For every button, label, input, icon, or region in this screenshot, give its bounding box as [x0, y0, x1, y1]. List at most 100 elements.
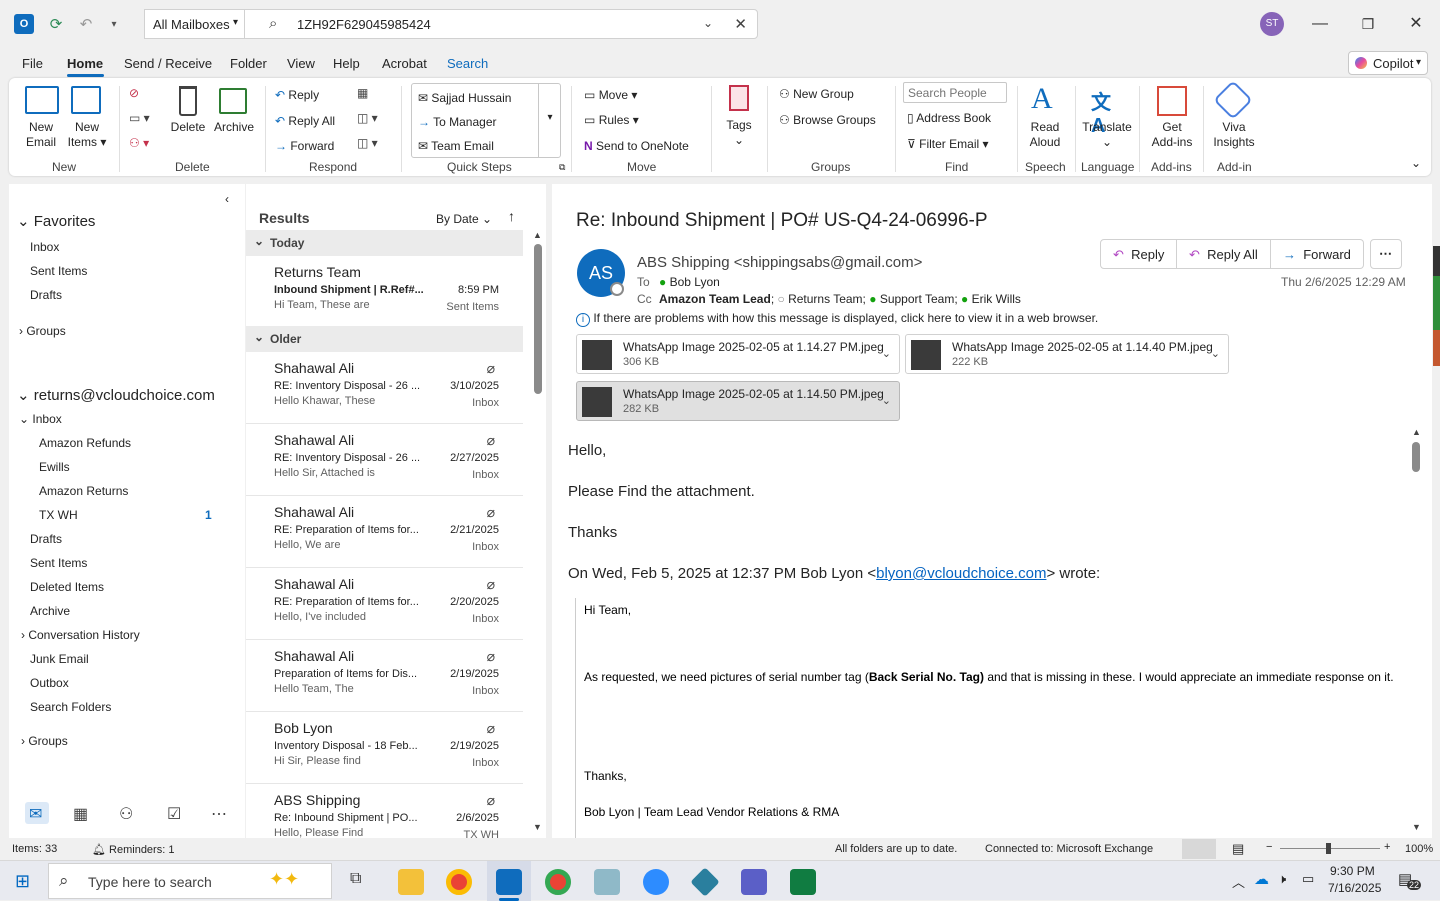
mailbox-filter-select[interactable]: All Mailboxes ▾: [144, 9, 244, 39]
folder-outbox[interactable]: Outbox: [30, 676, 69, 690]
chrome-icon[interactable]: [446, 869, 472, 895]
folder-drafts[interactable]: Drafts: [30, 532, 62, 546]
tab-file[interactable]: File: [22, 56, 43, 71]
account-header[interactable]: ⌄ returns@vcloudchoice.com: [17, 386, 215, 404]
info-bar[interactable]: i If there are problems with how this me…: [576, 311, 1098, 327]
viva-insights-button[interactable]: Viva Insights: [1211, 120, 1257, 150]
quickstep-sajjad-hussain[interactable]: ✉ Sajjad Hussain: [418, 91, 511, 105]
folder-amazon-returns[interactable]: Amazon Returns: [39, 484, 128, 498]
app-icon[interactable]: [594, 869, 620, 895]
folder-deleted-items[interactable]: Deleted Items: [30, 580, 104, 594]
translate-button[interactable]: Translate ⌄: [1079, 120, 1135, 150]
onenote-button[interactable]: N Send to OneNote: [584, 139, 689, 153]
sort-by-date-button[interactable]: By Date ⌄: [436, 212, 492, 226]
volume-icon[interactable]: 🕨︎: [1278, 871, 1286, 887]
section-today[interactable]: ⌄ Today: [246, 230, 523, 256]
tab-help[interactable]: Help: [333, 56, 360, 71]
calendar-icon[interactable]: ▦: [73, 804, 88, 824]
tab-folder[interactable]: Folder: [230, 56, 267, 71]
folder-sent-items[interactable]: Sent Items: [30, 556, 87, 570]
customize-toolbar-icon[interactable]: ▾: [104, 14, 124, 34]
tab-home[interactable]: Home: [67, 56, 103, 71]
file-explorer-icon[interactable]: [398, 869, 424, 895]
restore-icon[interactable]: ❐: [1356, 12, 1380, 36]
zoom-out-icon[interactable]: −: [1266, 841, 1272, 853]
list-item[interactable]: Shahawal Ali ⌀ RE: Inventory Disposal - …: [246, 352, 523, 424]
scroll-down-icon[interactable]: ▼: [533, 822, 542, 832]
search-box[interactable]: ⌕ 1ZH92F629045985424 ⌄ ✕: [244, 9, 758, 39]
cleanup-icon[interactable]: ▭ ▾: [129, 111, 150, 125]
attachment-item[interactable]: WhatsApp Image 2025-02-05 at 1.14.50 PM.…: [576, 381, 900, 421]
sort-direction-icon[interactable]: ↑: [508, 208, 515, 224]
groups-header-2[interactable]: › Groups: [21, 734, 68, 748]
outlook-taskbar-icon[interactable]: [496, 869, 522, 895]
folder-archive[interactable]: Archive: [30, 604, 70, 618]
list-item[interactable]: Shahawal Ali ⌀ RE: Inventory Disposal - …: [246, 424, 523, 496]
filter-email-button[interactable]: ⊽ Filter Email ▾: [907, 137, 989, 151]
archive-button[interactable]: Archive: [211, 120, 257, 135]
search-people-input[interactable]: [903, 82, 1007, 103]
reply-button[interactable]: ↶ Reply: [275, 88, 319, 102]
user-avatar[interactable]: ST: [1260, 12, 1284, 36]
new-email-button[interactable]: New Email: [21, 120, 61, 150]
clock-date[interactable]: 7/16/2025: [1328, 881, 1381, 895]
read-aloud-button[interactable]: Read Aloud: [1023, 120, 1067, 150]
reply-action-button[interactable]: ↶ Reply: [1100, 239, 1178, 269]
forward-action-button[interactable]: → Forward: [1271, 239, 1364, 269]
folder-inbox[interactable]: ⌄ Inbox: [19, 412, 62, 426]
get-addins-button[interactable]: Get Add-ins: [1149, 120, 1195, 150]
list-item[interactable]: Returns Team Inbound Shipment | R.Ref#..…: [246, 256, 523, 328]
rules-button[interactable]: ▭ Rules ▾: [584, 113, 639, 127]
taskbar-search[interactable]: ⌕ Type here to search ✦✦: [48, 863, 332, 899]
forward-button[interactable]: → Forward: [275, 139, 334, 153]
scroll-down-icon[interactable]: ▼: [1412, 822, 1421, 832]
tab-view[interactable]: View: [287, 56, 315, 71]
start-icon[interactable]: ⊞: [15, 871, 30, 892]
zoom-app-icon[interactable]: [643, 869, 669, 895]
folder-search-folders[interactable]: Search Folders: [30, 700, 111, 714]
reply-all-action-button[interactable]: ↶ Reply All: [1177, 239, 1271, 269]
browse-groups-button[interactable]: ⚇ Browse Groups: [779, 113, 876, 127]
scroll-up-icon[interactable]: ▲: [1412, 427, 1421, 437]
folder-junk-email[interactable]: Junk Email: [30, 652, 89, 666]
tab-acrobat[interactable]: Acrobat: [382, 56, 427, 71]
folder-conversation-history[interactable]: › Conversation History: [21, 628, 140, 642]
app-icon[interactable]: [690, 867, 720, 897]
move-button[interactable]: ▭ Move ▾: [584, 88, 637, 102]
search-input[interactable]: 1ZH92F629045985424: [297, 17, 431, 32]
tab-search[interactable]: Search: [447, 56, 488, 71]
junk-icon[interactable]: ⚇ ▾: [129, 136, 149, 150]
email-link[interactable]: blyon@vcloudchoice.com: [876, 565, 1046, 582]
im-icon[interactable]: ◫ ▾: [357, 111, 378, 125]
normal-view-icon[interactable]: [1182, 839, 1216, 859]
reading-view-icon[interactable]: ▤: [1232, 841, 1244, 857]
fav-inbox[interactable]: Inbox: [30, 240, 59, 254]
zoom-in-icon[interactable]: +: [1384, 841, 1390, 853]
sync-icon[interactable]: ⟳: [46, 14, 66, 34]
list-scrollbar-thumb[interactable]: [534, 244, 542, 394]
reminders-button[interactable]: 🔔︎ Reminders: 1: [92, 843, 174, 856]
attachment-item[interactable]: WhatsApp Image 2025-02-05 at 1.14.27 PM.…: [576, 334, 900, 374]
search-options-chevron-icon[interactable]: ⌄: [703, 16, 713, 30]
scroll-up-icon[interactable]: ▲: [533, 230, 542, 240]
minimize-icon[interactable]: —: [1308, 12, 1332, 36]
favorites-header[interactable]: ⌄ Favorites: [17, 212, 95, 230]
teams-icon[interactable]: [741, 869, 767, 895]
section-older[interactable]: ⌄ Older: [246, 326, 523, 352]
mail-icon[interactable]: ✉: [29, 804, 42, 824]
folder-ewills[interactable]: Ewills: [39, 460, 70, 474]
clock-time[interactable]: 9:30 PM: [1330, 864, 1375, 878]
groups-header[interactable]: › Groups: [19, 324, 66, 338]
clear-search-icon[interactable]: ✕: [734, 15, 747, 33]
fav-sent-items[interactable]: Sent Items: [30, 264, 87, 278]
list-item[interactable]: Shahawal Ali ⌀ Preparation of Items for …: [246, 640, 523, 712]
to-recipient[interactable]: ● Bob Lyon: [659, 275, 720, 289]
cc-recipients[interactable]: Amazon Team Lead; ○ Returns Team; ● Supp…: [659, 292, 1021, 306]
meeting-icon[interactable]: ▦: [357, 86, 368, 100]
attachment-item[interactable]: WhatsApp Image 2025-02-05 at 1.14.40 PM.…: [905, 334, 1229, 374]
list-item[interactable]: Shahawal Ali ⌀ RE: Preparation of Items …: [246, 496, 523, 568]
more-actions-icon[interactable]: ⋯: [1370, 239, 1402, 269]
show-hidden-icons[interactable]: ︿: [1232, 872, 1245, 891]
copilot-button[interactable]: Copilot ▾: [1348, 51, 1428, 75]
people-icon[interactable]: ⚇: [119, 804, 133, 824]
